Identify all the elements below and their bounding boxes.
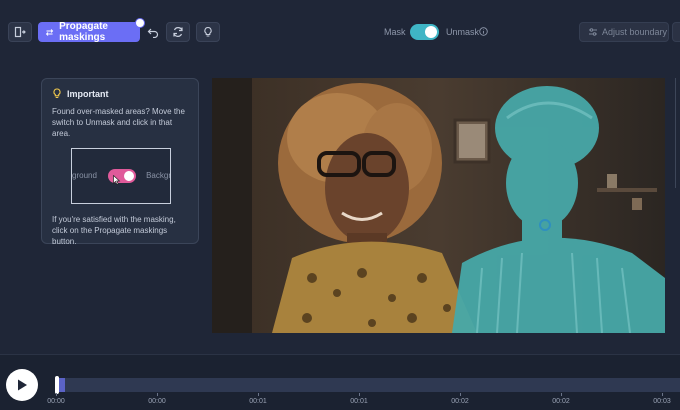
propagate-icon [45, 28, 54, 36]
sliders-icon [589, 28, 597, 36]
info-icon[interactable] [479, 27, 488, 36]
timeline-tick-label: 00:01 [249, 398, 267, 405]
play-icon [18, 379, 27, 391]
timeline-tick-label: 00:03 [653, 398, 671, 405]
timeline-tick-label: 00:00 [148, 398, 166, 405]
tip-title: Important [67, 88, 109, 99]
more-tools-button[interactable] [672, 22, 680, 42]
tip-card: Important Found over-masked areas? Move … [41, 78, 199, 246]
exit-panel-icon [14, 26, 26, 38]
timeline-tick [460, 393, 461, 396]
play-button[interactable] [6, 369, 38, 401]
adjust-boundary-button[interactable]: Adjust boundary [579, 22, 669, 42]
timeline-tick-label: 00:00 [47, 398, 65, 405]
propagate-maskings-button[interactable]: Propagate maskings [38, 21, 140, 43]
cursor-icon [113, 175, 121, 185]
timeline-track[interactable] [55, 378, 680, 392]
tip-text-1: Found over-masked areas? Move the switch… [52, 107, 185, 138]
undo-button[interactable] [145, 24, 161, 40]
timeline-tick [662, 393, 663, 396]
demo-left-label: ground [72, 171, 97, 180]
toggle-knob [425, 26, 437, 38]
top-toolbar: Propagate maskings Mask Unmask Adjust bo… [0, 0, 680, 64]
lightbulb-icon [204, 26, 212, 37]
adjust-boundary-label: Adjust boundary [602, 27, 668, 37]
timeline-tick [157, 393, 158, 396]
timeline-progress [59, 378, 65, 392]
timeline-tick-label: 00:02 [451, 398, 469, 405]
timeline-tick [258, 393, 259, 396]
video-frame-image [212, 78, 665, 333]
timeline-tick [561, 393, 562, 396]
video-preview[interactable] [212, 78, 665, 333]
exit-panel-button[interactable] [8, 22, 32, 42]
refresh-icon [173, 27, 183, 37]
mask-label: Mask [384, 27, 406, 37]
playhead-handle[interactable] [55, 376, 59, 394]
refresh-button[interactable] [166, 22, 190, 42]
demo-right-label: Backgr [146, 171, 171, 180]
tip-text-2: If you're satisfied with the masking, cl… [52, 215, 176, 246]
notification-dot [135, 18, 145, 28]
undo-icon [147, 28, 159, 38]
tip-header: Important [52, 88, 188, 99]
lightbulb-icon [53, 88, 61, 99]
propagate-label: Propagate maskings [59, 21, 108, 43]
mask-unmask-toggle[interactable] [410, 24, 439, 40]
timeline-tick [56, 393, 57, 396]
timeline-tick-label: 00:02 [552, 398, 570, 405]
timeline-tick [359, 393, 360, 396]
unmask-label: Unmask [446, 27, 480, 37]
toggle-demo-illustration: ground Backgr [71, 148, 171, 204]
timeline-tick-label: 00:01 [350, 398, 368, 405]
panel-edge [675, 78, 680, 188]
hint-button[interactable] [196, 22, 220, 42]
